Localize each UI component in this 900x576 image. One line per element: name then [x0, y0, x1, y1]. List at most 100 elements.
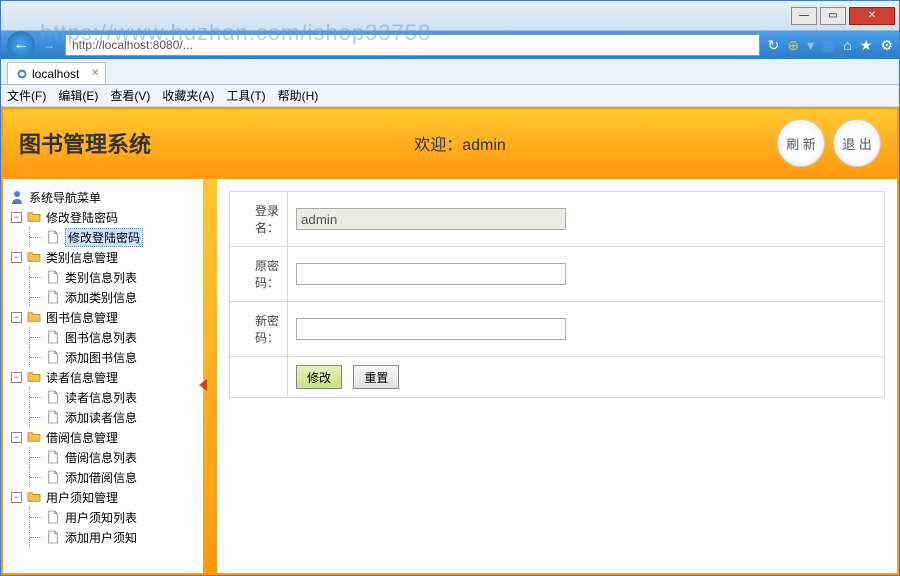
tree-group-label: 用户须知管理 [46, 489, 118, 506]
tree-group[interactable]: − 用户须知管理 [7, 487, 199, 507]
splitter[interactable] [203, 179, 217, 573]
tree-line [29, 227, 45, 247]
back-button[interactable]: ← [7, 31, 35, 59]
tree-leaf-label: 类别信息列表 [65, 269, 137, 286]
ie-icon [16, 68, 28, 80]
page-icon [45, 410, 61, 424]
login-input [296, 208, 566, 230]
menu-file[interactable]: 文件(F) [7, 87, 46, 104]
tree-leaf-label: 修改登陆密码 [65, 228, 143, 247]
tree-leaf[interactable]: 图书信息列表 [7, 327, 199, 347]
tree-leaf[interactable]: 读者信息列表 [7, 387, 199, 407]
window-titlebar: — ▭ ✕ [1, 1, 899, 31]
tree-group[interactable]: −类别信息管理 [7, 247, 199, 267]
folder-icon [26, 210, 42, 224]
tree-leaf[interactable]: 添加借阅信息 [7, 467, 199, 487]
tree-line [29, 327, 45, 347]
oldpw-input[interactable] [296, 263, 566, 285]
app-header: 图书管理系统 欢迎：admin 刷 新 退 出 [1, 107, 899, 179]
tree-group[interactable]: − 图书信息管理 [7, 307, 199, 327]
welcome-text: 欢迎：admin [151, 131, 769, 155]
tree-leaf[interactable]: 添加图书信息 [7, 347, 199, 367]
tab-close-icon[interactable]: ✕ [91, 68, 99, 79]
maximize-button[interactable]: ▭ [820, 7, 846, 25]
menu-help[interactable]: 帮助(H) [278, 87, 319, 104]
tree-line [29, 347, 45, 367]
tree-root[interactable]: 系统导航菜单 [7, 187, 199, 207]
splitter-handle-icon[interactable] [199, 379, 207, 391]
home-icon[interactable]: ⌂ [843, 37, 851, 53]
tree-group-label: 读者信息管理 [46, 369, 118, 386]
menu-tools[interactable]: 工具(T) [226, 87, 265, 104]
tree-leaf[interactable]: 类别信息列表 [7, 267, 199, 287]
collapse-icon[interactable]: − [11, 492, 22, 503]
page-icon [45, 470, 61, 484]
menu-favorites[interactable]: 收藏夹(A) [162, 87, 214, 104]
tree-leaf-label: 添加用户须知 [65, 529, 137, 546]
tree-group[interactable]: − 借阅信息管理 [7, 427, 199, 447]
tree-group[interactable]: − 修改登陆密码 [7, 207, 199, 227]
url-text: http://localhost:8080/... [72, 38, 193, 52]
nav-tree: 系统导航菜单 −修改登陆密码修改登陆密码−类别信息管理类别信息列表添加类别信息−… [3, 179, 203, 573]
collapse-icon[interactable]: − [11, 212, 22, 223]
app-root: 图书管理系统 欢迎：admin 刷 新 退 出 系统导航菜单 −修改登陆密码修改… [1, 107, 899, 575]
tree-leaf-label: 添加读者信息 [65, 409, 137, 426]
tree-leaf-label: 借阅信息列表 [65, 449, 137, 466]
bing-icon[interactable]: ▦ [822, 37, 835, 54]
submit-button[interactable]: 修改 [296, 365, 342, 389]
tree-leaf-label: 添加类别信息 [65, 289, 137, 306]
reset-button[interactable]: 重置 [353, 365, 399, 389]
newpw-label: 新密码： [230, 302, 288, 357]
tree-leaf-label: 图书信息列表 [65, 329, 137, 346]
tree-leaf-label: 读者信息列表 [65, 389, 137, 406]
tree-leaf[interactable]: 借阅信息列表 [7, 447, 199, 467]
system-title: 图书管理系统 [19, 127, 151, 159]
tree-leaf[interactable]: 添加类别信息 [7, 287, 199, 307]
newpw-input[interactable] [296, 318, 566, 340]
tree-leaf[interactable]: 修改登陆密码 [7, 227, 199, 247]
address-bar[interactable]: http://localhost:8080/... [65, 34, 760, 56]
browser-tab[interactable]: localhost ✕ [7, 62, 106, 84]
tree-group-label: 修改登陆密码 [46, 209, 118, 226]
tree-line [29, 527, 45, 547]
logout-button[interactable]: 退 出 [833, 119, 881, 167]
tree-leaf-label: 用户须知列表 [65, 509, 137, 526]
folder-icon [26, 430, 42, 444]
tree-leaf[interactable]: 添加读者信息 [7, 407, 199, 427]
menu-view[interactable]: 查看(V) [110, 87, 150, 104]
tree-group-label: 图书信息管理 [46, 309, 118, 326]
minimize-button[interactable]: — [791, 7, 817, 25]
login-label: 登录名： [230, 192, 288, 247]
search-icon[interactable]: ⊕ [787, 37, 799, 54]
tree-line [29, 267, 45, 287]
settings-icon[interactable]: ⚙ [880, 37, 893, 54]
page-icon [45, 450, 61, 464]
folder-icon [26, 490, 42, 504]
tree-leaf[interactable]: 用户须知列表 [7, 507, 199, 527]
collapse-icon[interactable]: − [11, 432, 22, 443]
tree-group-label: 借阅信息管理 [46, 429, 118, 446]
tree-line [29, 407, 45, 427]
tree-leaf[interactable]: 添加用户须知 [7, 527, 199, 547]
collapse-icon[interactable]: − [11, 252, 22, 263]
close-button[interactable]: ✕ [849, 7, 895, 25]
tree-leaf-label: 添加图书信息 [65, 349, 137, 366]
collapse-icon[interactable]: − [11, 372, 22, 383]
page-icon [45, 350, 61, 364]
tree-group[interactable]: − 读者信息管理 [7, 367, 199, 387]
collapse-icon[interactable]: − [11, 312, 22, 323]
refresh-icon[interactable]: ↻ [768, 37, 780, 54]
page-icon [45, 510, 61, 524]
folder-icon [26, 370, 42, 384]
forward-button[interactable]: → [39, 35, 59, 55]
tree-line [29, 447, 45, 467]
refresh-button[interactable]: 刷 新 [777, 119, 825, 167]
page-icon [45, 530, 61, 544]
folder-icon [26, 310, 42, 324]
page-icon [45, 330, 61, 344]
browser-tabbar: localhost ✕ [1, 59, 899, 85]
favorites-icon[interactable]: ★ [860, 37, 873, 54]
content-panel: 登录名： 原密码： 新密码： 修改 重置 [217, 179, 897, 573]
menu-edit[interactable]: 编辑(E) [58, 87, 98, 104]
tab-title: localhost [32, 67, 79, 81]
